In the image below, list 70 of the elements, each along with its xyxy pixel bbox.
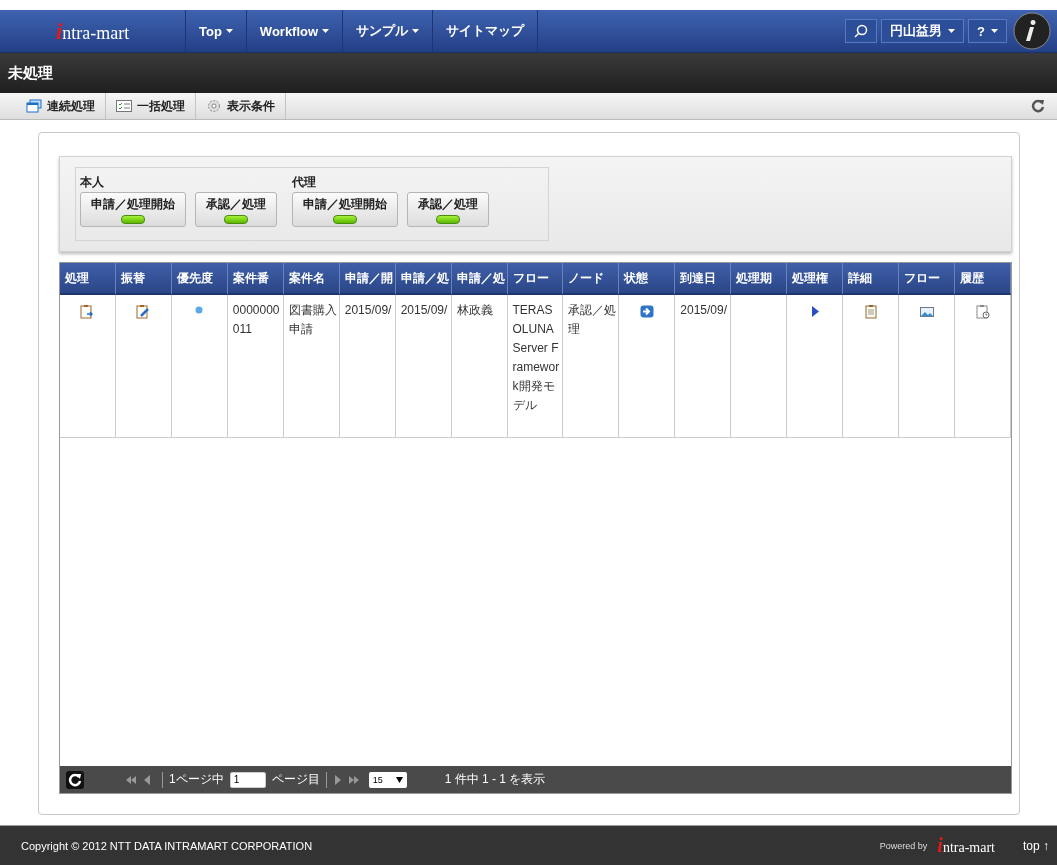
page-label: ページ目: [271, 771, 320, 788]
column-header: 処理: [60, 263, 116, 295]
column-header: 到達日: [675, 263, 732, 295]
record-summary: 1 件中 1 - 1 を表示: [444, 771, 546, 788]
search-icon: [854, 24, 869, 38]
clipboard-clock-icon: [975, 304, 990, 319]
column-header: 処理権: [787, 263, 844, 295]
intra-mart-logo: intra-mart: [55, 17, 130, 45]
checklist-icon: [116, 99, 132, 113]
column-header: 状態: [619, 263, 676, 295]
caret-icon: [225, 29, 233, 33]
search-button[interactable]: [845, 19, 878, 43]
nav-menu-item[interactable]: Workflow: [246, 10, 344, 52]
column-header: 振替: [115, 263, 172, 295]
nav-menu-item[interactable]: Top: [186, 10, 247, 52]
refresh-icon[interactable]: [66, 770, 84, 789]
dropdown-icon: [395, 776, 403, 783]
copyright-text: Copyright © 2012 NTT DATA INTRAMART CORPORATION: [21, 839, 313, 852]
caret-icon: [412, 29, 420, 33]
caret-icon: [322, 29, 330, 33]
column-header: 申請／処: [451, 263, 508, 295]
gear-icon: [206, 99, 222, 113]
page-size-select[interactable]: 15: [368, 771, 407, 788]
column-header: 案件番: [227, 263, 284, 295]
table-cell: 図書購入申請: [288, 303, 337, 336]
powered-by-text: Powered by: [879, 840, 928, 851]
table-cell: 2015/09/: [680, 303, 728, 317]
filter-toggle-button[interactable]: 申請／処理開始: [80, 192, 186, 227]
table-cell: 承認／処理: [568, 303, 617, 336]
page-label: 1ページ中: [169, 771, 224, 788]
column-header: 案件名: [283, 263, 340, 295]
filter-toggle-button[interactable]: 申請／処理開始: [292, 192, 398, 227]
column-header: フロー: [899, 263, 956, 295]
toolbar-button[interactable]: 表示条件: [196, 93, 286, 119]
table-cell: TERASOLUNA Server Framework開発モデル: [512, 303, 560, 412]
filter-toggle-button[interactable]: 承認／処理: [195, 192, 277, 227]
column-header: フロー: [507, 263, 564, 295]
table-cell: 2015/09/: [344, 303, 392, 317]
filter-toggle-button[interactable]: 承認／処理: [407, 192, 489, 227]
column-header: 詳細: [843, 263, 900, 295]
top-link[interactable]: top ↑: [1023, 838, 1049, 853]
nav-menu-item[interactable]: サイトマップ: [433, 10, 539, 52]
windows-icon: [26, 99, 42, 113]
intra-mart-logo: intra-mart: [937, 834, 995, 857]
emblem-icon: [1013, 12, 1051, 50]
user-menu-button[interactable]: 円山益男: [881, 19, 965, 43]
toolbar-button[interactable]: 連続処理: [16, 93, 106, 119]
table-cell: 0000000011: [232, 303, 280, 336]
column-header: 履歴: [955, 263, 1011, 295]
page-title: 未処理: [8, 63, 53, 83]
table-cell: 2015/09/: [400, 303, 448, 317]
page-input[interactable]: 1: [229, 771, 266, 788]
filter-group-label: 本人: [80, 174, 105, 191]
toolbar-button[interactable]: 一括処理: [106, 93, 196, 119]
column-header: 優先度: [171, 263, 228, 295]
column-header: 申請／開: [339, 263, 396, 295]
image-icon: [919, 304, 934, 319]
column-header: ノード: [563, 263, 620, 295]
nav-menu-item[interactable]: サンプル: [343, 10, 434, 52]
clipboard-pencil-icon: [136, 304, 151, 319]
column-header: 申請／処: [395, 263, 452, 295]
table-cell: 林政義: [456, 303, 493, 317]
arrow-icon: [639, 304, 654, 319]
refresh-icon[interactable]: [1031, 99, 1045, 113]
caret-icon: [991, 29, 998, 33]
column-header: 処理期: [731, 263, 788, 295]
help-menu-button[interactable]: ?: [968, 19, 1007, 43]
filter-group-label: 代理: [292, 174, 317, 191]
clipboard-icon: [863, 304, 878, 319]
caret-icon: [948, 29, 956, 33]
